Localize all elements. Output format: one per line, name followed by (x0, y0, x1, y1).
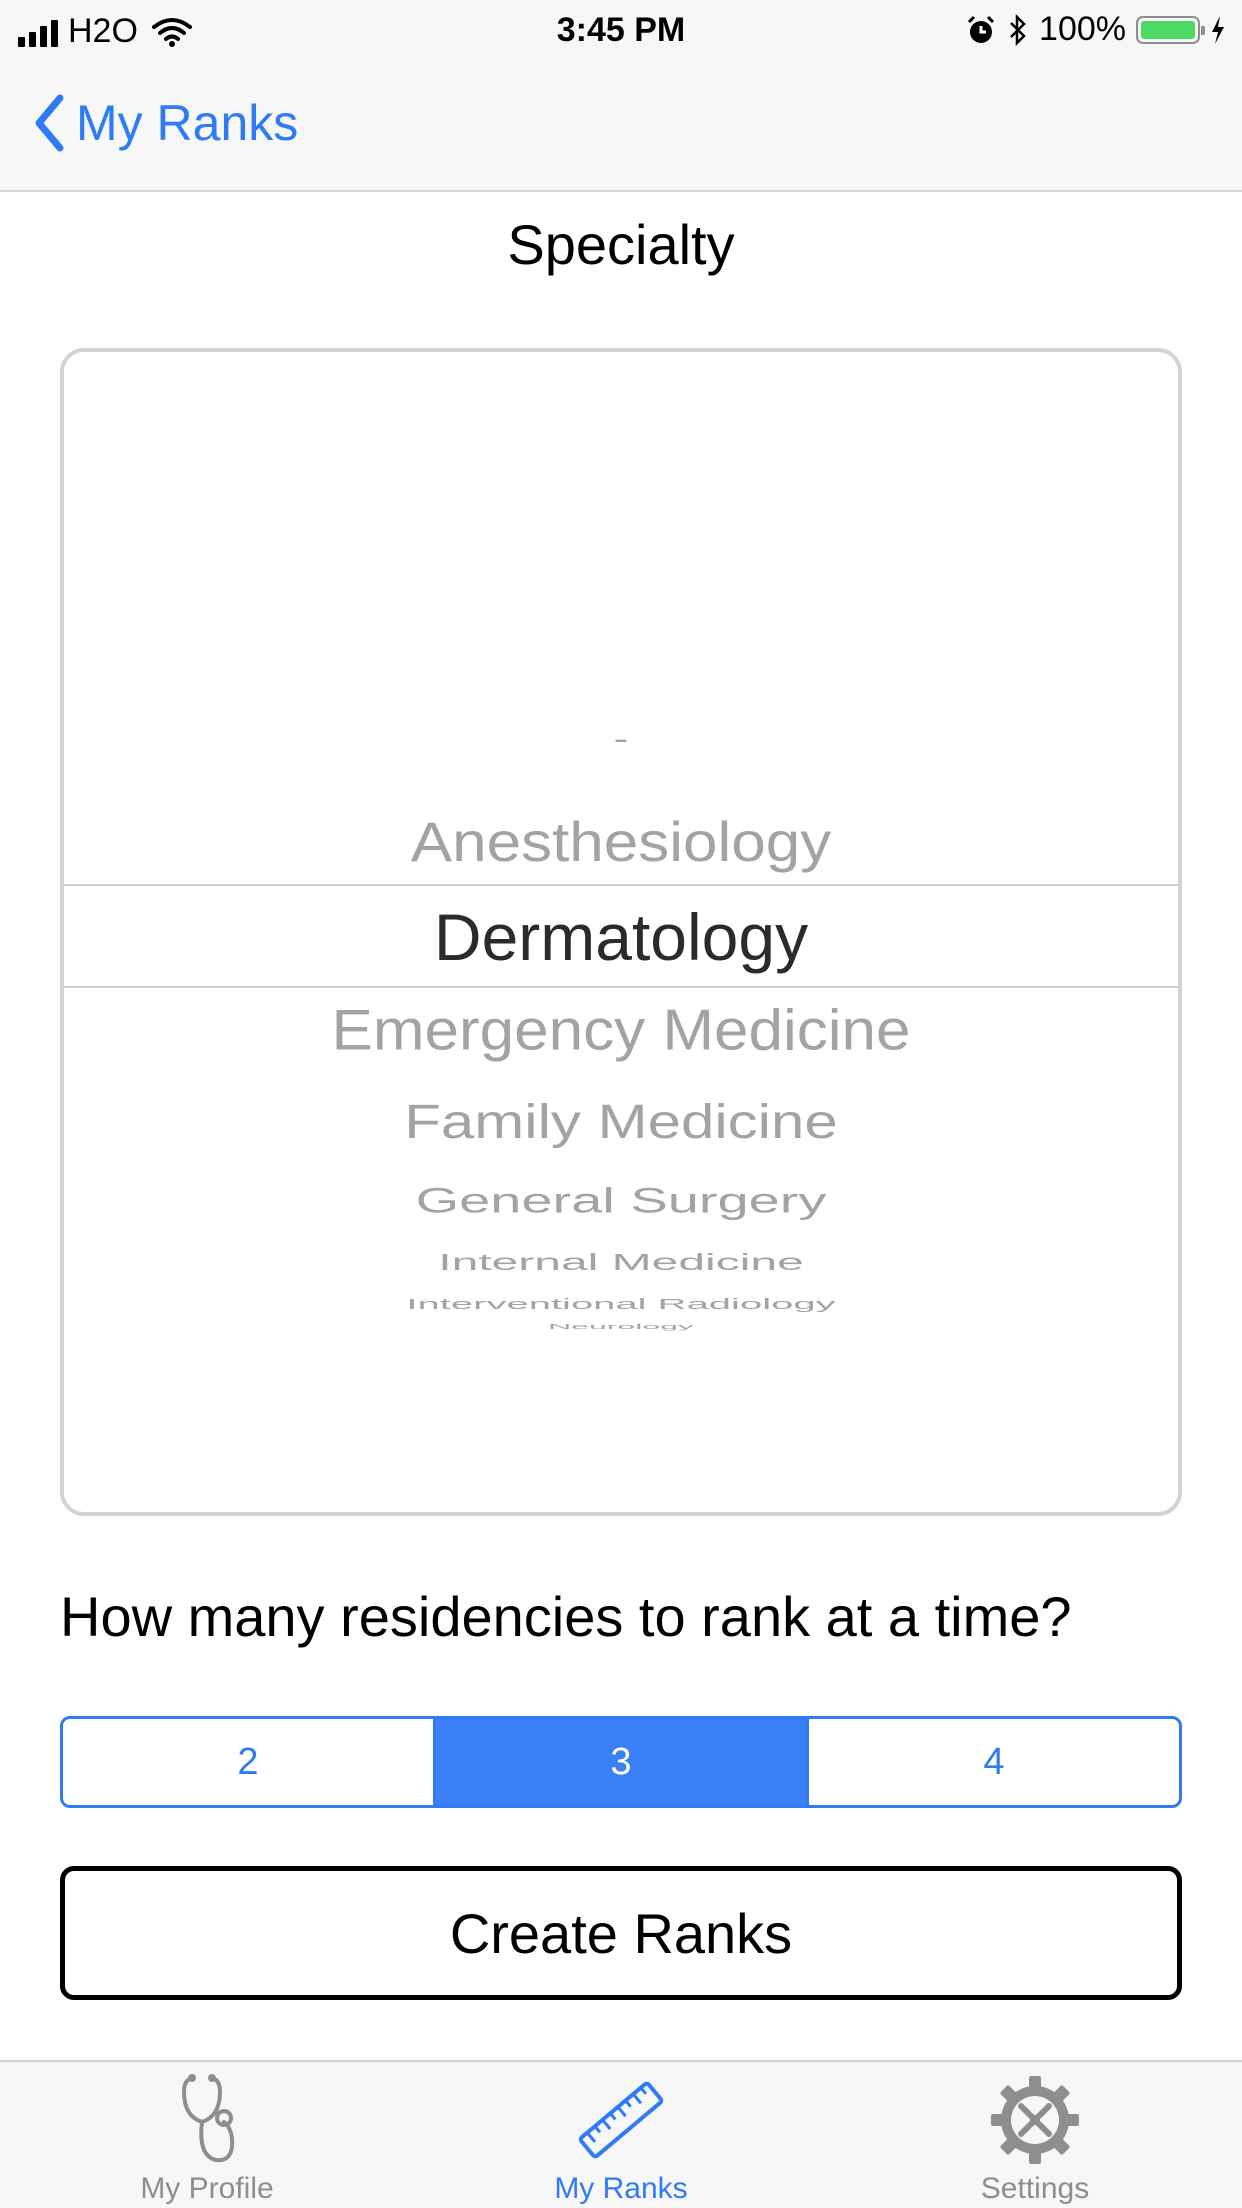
stethoscope-icon (181, 2074, 235, 2163)
back-label: My Ranks (76, 95, 299, 151)
create-ranks-button[interactable]: Create Ranks (60, 1866, 1182, 2000)
picker-item[interactable]: Family Medicine (64, 1094, 1178, 1149)
specialty-picker[interactable]: - Anesthesiology Dermatology Emergency M… (60, 348, 1182, 1516)
chevron-left-icon (35, 94, 64, 152)
specialty-title: Specialty (507, 213, 735, 276)
picker-item[interactable]: Internal Medicine (64, 1249, 1178, 1275)
battery-icon (1136, 15, 1205, 44)
picker-item[interactable]: Anesthesiology (64, 811, 1178, 875)
picker-item[interactable]: Emergency Medicine (64, 998, 1178, 1063)
charging-icon (1212, 15, 1224, 44)
back-button[interactable]: My Ranks (34, 94, 298, 152)
picker-item[interactable]: Neurology (64, 1322, 1178, 1330)
tab-label: My Ranks (554, 2172, 688, 2205)
tab-label: My Profile (140, 2172, 274, 2205)
gear-tools-icon (991, 2076, 1079, 2164)
tab-label: Settings (980, 2172, 1090, 2205)
picker-item-selected[interactable]: Dermatology (64, 899, 1178, 975)
picker-item[interactable]: Interventional Radiology (64, 1296, 1178, 1312)
segment-option[interactable]: 2 (63, 1719, 436, 1805)
rank-count-question: How many residencies to rank at a time? (60, 1585, 1072, 1648)
picker-item[interactable]: General Surgery (64, 1180, 1178, 1220)
status-right: 100% (965, 10, 1226, 49)
rank-count-segmented-control: 2 3 4 (60, 1716, 1182, 1808)
segment-option-selected[interactable]: 3 (436, 1719, 809, 1805)
tab-settings[interactable]: Settings (828, 2062, 1242, 2208)
bluetooth-icon (1010, 13, 1026, 46)
status-bar: H2O 3:45 PM 100% (0, 0, 1242, 62)
tab-my-profile[interactable]: My Profile (0, 2062, 414, 2208)
tab-bar: My Profile My Ranks Settings (0, 2060, 1242, 2208)
segment-option[interactable]: 4 (809, 1719, 1179, 1805)
ruler-icon (578, 2081, 664, 2159)
tab-my-ranks[interactable]: My Ranks (414, 2062, 828, 2208)
navigation-bar: My Ranks (0, 62, 1242, 192)
picker-item[interactable]: - (64, 722, 1178, 757)
alarm-icon (967, 15, 995, 43)
battery-percent: 100% (1039, 10, 1126, 48)
